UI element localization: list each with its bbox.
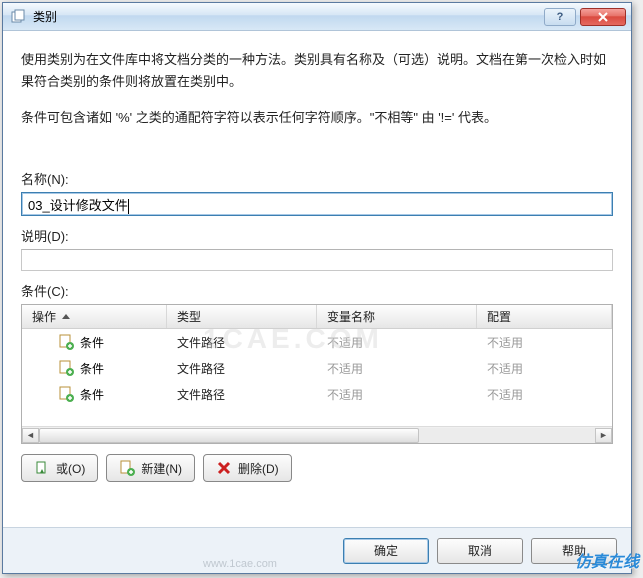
- col-header-op[interactable]: 操作: [22, 305, 167, 328]
- intro-text-2: 条件可包含诸如 '%' 之类的通配符字符以表示任何字符顺序。"不相等" 由 '!…: [21, 107, 613, 129]
- cell-var: 不适用: [317, 360, 477, 377]
- table-row[interactable]: 条件 文件路径 不适用 不适用: [22, 329, 612, 355]
- table-header: 操作 类型 变量名称 配置: [22, 305, 612, 329]
- text-caret: [128, 199, 129, 214]
- name-value: 03_设计修改文件: [28, 198, 128, 213]
- condition-icon: [58, 360, 74, 376]
- cell-op: 条件: [80, 334, 104, 351]
- col-header-type[interactable]: 类型: [167, 305, 317, 328]
- cell-op: 条件: [80, 360, 104, 377]
- conditions-table: 操作 类型 变量名称 配置 条件 文件路径 不适用 不适用: [21, 304, 613, 444]
- dialog-window: 类别 ? 使用类别为在文件库中将文档分类的一种方法。类别具有名称及（可选）说明。…: [2, 2, 632, 574]
- cell-type: 文件路径: [167, 360, 317, 377]
- ok-button[interactable]: 确定: [343, 538, 429, 564]
- conditions-toolbar: 或(O) 新建(N) 删除(D): [21, 454, 613, 482]
- col-header-var[interactable]: 变量名称: [317, 305, 477, 328]
- app-icon: [11, 9, 27, 25]
- dialog-body: 使用类别为在文件库中将文档分类的一种方法。类别具有名称及（可选）说明。文档在第一…: [3, 31, 631, 527]
- cell-type: 文件路径: [167, 386, 317, 403]
- cond-label: 条件(C):: [21, 281, 613, 300]
- cell-type: 文件路径: [167, 334, 317, 351]
- desc-label: 说明(D):: [21, 226, 613, 245]
- titlebar-buttons: ?: [544, 8, 626, 26]
- delete-label: 删除(D): [238, 460, 279, 477]
- desc-input[interactable]: [21, 249, 613, 271]
- name-input[interactable]: 03_设计修改文件: [21, 192, 613, 216]
- scroll-right-button[interactable]: ►: [595, 428, 612, 443]
- cell-op: 条件: [80, 386, 104, 403]
- condition-icon: [58, 386, 74, 402]
- window-title: 类别: [33, 8, 544, 25]
- delete-icon: [216, 460, 232, 476]
- delete-button[interactable]: 删除(D): [203, 454, 292, 482]
- scroll-left-button[interactable]: ◄: [22, 428, 39, 443]
- table-row[interactable]: 条件 文件路径 不适用 不适用: [22, 381, 612, 407]
- close-button[interactable]: [580, 8, 626, 26]
- name-label: 名称(N):: [21, 169, 613, 188]
- col-header-cfg[interactable]: 配置: [477, 305, 612, 328]
- new-label: 新建(N): [141, 460, 182, 477]
- or-icon: [34, 460, 50, 476]
- or-label: 或(O): [56, 460, 85, 477]
- corner-tag: 仿真在线: [575, 548, 639, 572]
- new-icon: [119, 460, 135, 476]
- cancel-button[interactable]: 取消: [437, 538, 523, 564]
- intro-text-1: 使用类别为在文件库中将文档分类的一种方法。类别具有名称及（可选）说明。文档在第一…: [21, 49, 613, 93]
- titlebar[interactable]: 类别 ?: [3, 3, 631, 31]
- cell-var: 不适用: [317, 386, 477, 403]
- cell-cfg: 不适用: [477, 360, 612, 377]
- or-button[interactable]: 或(O): [21, 454, 98, 482]
- watermark-url: www.1cae.com: [203, 558, 277, 570]
- cell-cfg: 不适用: [477, 386, 612, 403]
- cell-var: 不适用: [317, 334, 477, 351]
- table-row[interactable]: 条件 文件路径 不适用 不适用: [22, 355, 612, 381]
- new-button[interactable]: 新建(N): [106, 454, 195, 482]
- cell-cfg: 不适用: [477, 334, 612, 351]
- condition-icon: [58, 334, 74, 350]
- scroll-track[interactable]: [39, 428, 595, 443]
- dialog-footer: 确定 取消 帮助: [3, 527, 631, 573]
- help-button[interactable]: ?: [544, 8, 576, 26]
- scroll-thumb[interactable]: [39, 428, 419, 443]
- horizontal-scrollbar[interactable]: ◄ ►: [22, 426, 612, 443]
